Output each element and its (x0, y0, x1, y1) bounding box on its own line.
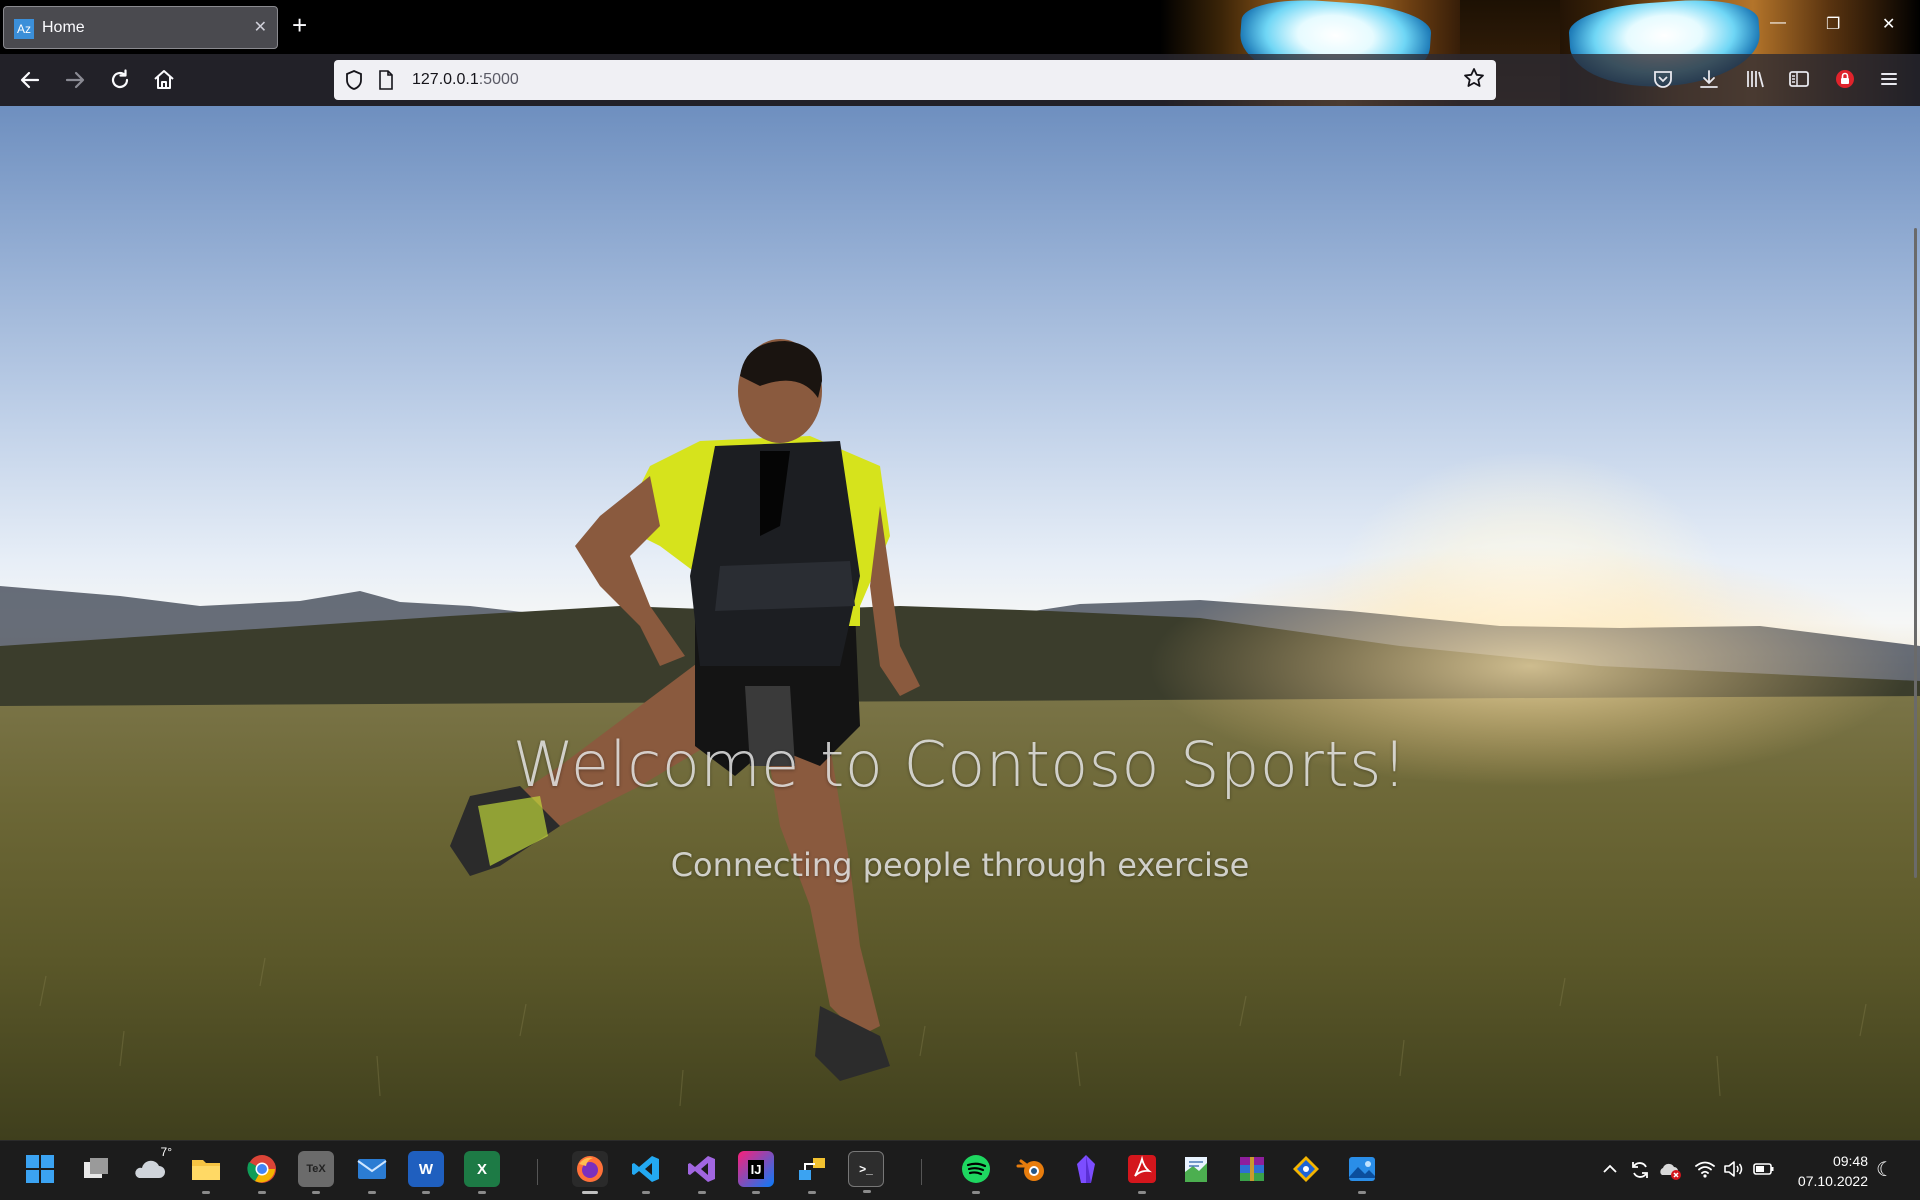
weather-temperature: 7° (160, 1145, 172, 1159)
jetbrains-icon[interactable]: IJ (738, 1151, 774, 1194)
clock-date: 07.10.2022 (1797, 1173, 1868, 1189)
minimize-button[interactable]: — (1770, 14, 1786, 32)
texmaker-icon[interactable]: TeX (298, 1151, 334, 1194)
excel-label: X (476, 1160, 487, 1178)
sync-icon[interactable] (1629, 1159, 1651, 1185)
tab-close-icon[interactable]: ✕ (254, 17, 267, 36)
taskbar-separator (537, 1159, 538, 1185)
download-icon[interactable] (1698, 68, 1720, 95)
obsidian-icon[interactable] (1068, 1151, 1104, 1187)
home-icon[interactable] (150, 66, 178, 94)
weather-widget-icon[interactable]: 7° (132, 1145, 172, 1187)
excel-icon[interactable]: X (464, 1151, 500, 1194)
chrome-icon[interactable] (244, 1151, 280, 1194)
url-host: 127.0.0.1 (412, 71, 479, 88)
network-tool-icon[interactable] (794, 1151, 830, 1194)
photos-icon[interactable] (1344, 1151, 1380, 1194)
extension-lock-icon[interactable] (1834, 68, 1856, 95)
new-tab-button[interactable]: + (292, 10, 307, 40)
screen: Az Home ✕ + — ❐ ✕ 127.0.0.1:5000 Welcome… (0, 0, 1920, 1200)
taskbar-separator (921, 1159, 922, 1185)
spotify-icon[interactable] (958, 1151, 994, 1194)
visual-studio-icon[interactable] (684, 1151, 720, 1194)
jetbrains-label: IJ (747, 1159, 765, 1179)
start-button-icon[interactable] (22, 1151, 58, 1187)
hero-scene (0, 339, 1920, 1140)
reload-icon[interactable] (106, 66, 134, 94)
page-scrollbar[interactable] (1914, 228, 1917, 878)
word-label: W (418, 1160, 434, 1178)
notepad-icon[interactable] (1178, 1151, 1214, 1187)
close-window-button[interactable]: ✕ (1882, 14, 1895, 34)
tracking-protection-shield-icon[interactable] (344, 69, 364, 95)
tab-home[interactable]: Az Home ✕ (3, 6, 278, 49)
texmaker-label: TeX (306, 1163, 326, 1175)
library-icon[interactable] (1744, 68, 1766, 95)
battery-icon[interactable] (1752, 1159, 1776, 1183)
chevron-up-icon[interactable] (1600, 1159, 1620, 1183)
url-port: :5000 (478, 71, 519, 88)
page-content: Welcome to Contoso Sports! Connecting pe… (0, 106, 1920, 1140)
tab-title: Home (42, 19, 85, 36)
volume-icon[interactable] (1722, 1159, 1744, 1183)
file-explorer-icon[interactable] (188, 1151, 224, 1194)
windows-taskbar: 7° TeX W X IJ >_ 09:48 07.10.2022 ☾ (0, 1140, 1920, 1200)
task-view-icon[interactable] (78, 1151, 114, 1187)
sidebar-icon[interactable] (1788, 68, 1810, 95)
url-text[interactable]: 127.0.0.1:5000 (412, 71, 519, 89)
menu-icon[interactable] (1878, 68, 1900, 95)
terminal-label: >_ (859, 1162, 873, 1176)
mail-icon[interactable] (354, 1151, 390, 1194)
winrar-icon[interactable] (1234, 1151, 1270, 1187)
git-tool-icon[interactable] (1288, 1151, 1324, 1187)
terminal-icon[interactable]: >_ (848, 1151, 884, 1193)
page-tagline: Connecting people through exercise (670, 846, 1250, 884)
system-clock[interactable]: 09:48 07.10.2022 (1798, 1151, 1868, 1191)
forward-arrow-icon[interactable] (61, 66, 89, 94)
back-arrow-icon[interactable] (16, 66, 44, 94)
page-heading: Welcome to Contoso Sports! (512, 728, 1408, 801)
word-icon[interactable]: W (408, 1151, 444, 1194)
acrobat-icon[interactable] (1124, 1151, 1160, 1194)
pocket-icon[interactable] (1652, 68, 1674, 95)
vscode-icon[interactable] (628, 1151, 664, 1194)
restore-button[interactable]: ❐ (1826, 14, 1840, 34)
bookmark-star-icon[interactable] (1462, 66, 1486, 96)
favicon-icon: Az (14, 19, 34, 39)
onedrive-error-icon[interactable] (1658, 1159, 1682, 1185)
blender-icon[interactable] (1014, 1151, 1050, 1187)
wifi-icon[interactable] (1694, 1159, 1716, 1183)
clock-time: 09:48 (1832, 1153, 1868, 1169)
firefox-icon[interactable] (572, 1151, 608, 1194)
page-info-icon[interactable] (378, 70, 394, 94)
focus-assist-icon[interactable]: ☾ (1876, 1157, 1894, 1181)
address-bar[interactable]: 127.0.0.1:5000 (334, 60, 1496, 100)
